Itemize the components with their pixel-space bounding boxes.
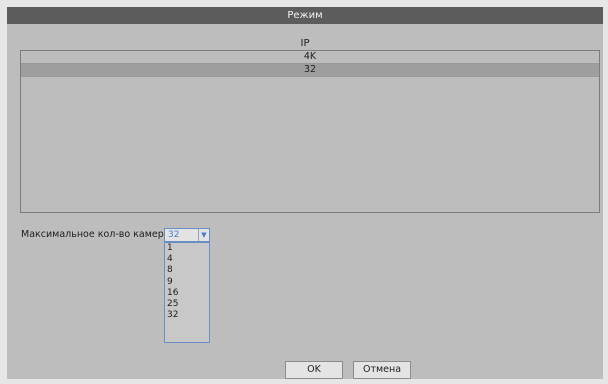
mode-list[interactable]: 4K 32: [20, 50, 600, 213]
max-cameras-dropdown[interactable]: 1 4 8 9 16 25 32: [164, 242, 210, 343]
ok-button[interactable]: OK: [285, 361, 343, 379]
max-cameras-label: Максимальное кол-во камер:: [21, 229, 167, 240]
mode-dialog: Режим IP 4K 32 Максимальное кол-во камер…: [7, 7, 603, 379]
max-cameras-value: 32: [168, 230, 180, 240]
list-item-32[interactable]: 32: [21, 64, 599, 77]
list-item-4k[interactable]: 4K: [21, 51, 599, 64]
cancel-button[interactable]: Отмена: [353, 361, 411, 379]
dropdown-option-25[interactable]: 25: [165, 299, 209, 310]
dropdown-option-8[interactable]: 8: [165, 265, 209, 276]
dialog-title: Режим: [7, 7, 603, 24]
max-cameras-select[interactable]: 32 ▼: [164, 228, 210, 242]
dropdown-option-32[interactable]: 32: [165, 310, 209, 321]
dropdown-option-16[interactable]: 16: [165, 288, 209, 299]
screen: Режим IP 4K 32 Максимальное кол-во камер…: [0, 0, 608, 384]
dropdown-option-1[interactable]: 1: [165, 243, 209, 254]
dropdown-option-4[interactable]: 4: [165, 254, 209, 265]
dropdown-option-9[interactable]: 9: [165, 277, 209, 288]
list-header: IP: [300, 38, 310, 49]
chevron-down-icon[interactable]: ▼: [198, 229, 209, 241]
